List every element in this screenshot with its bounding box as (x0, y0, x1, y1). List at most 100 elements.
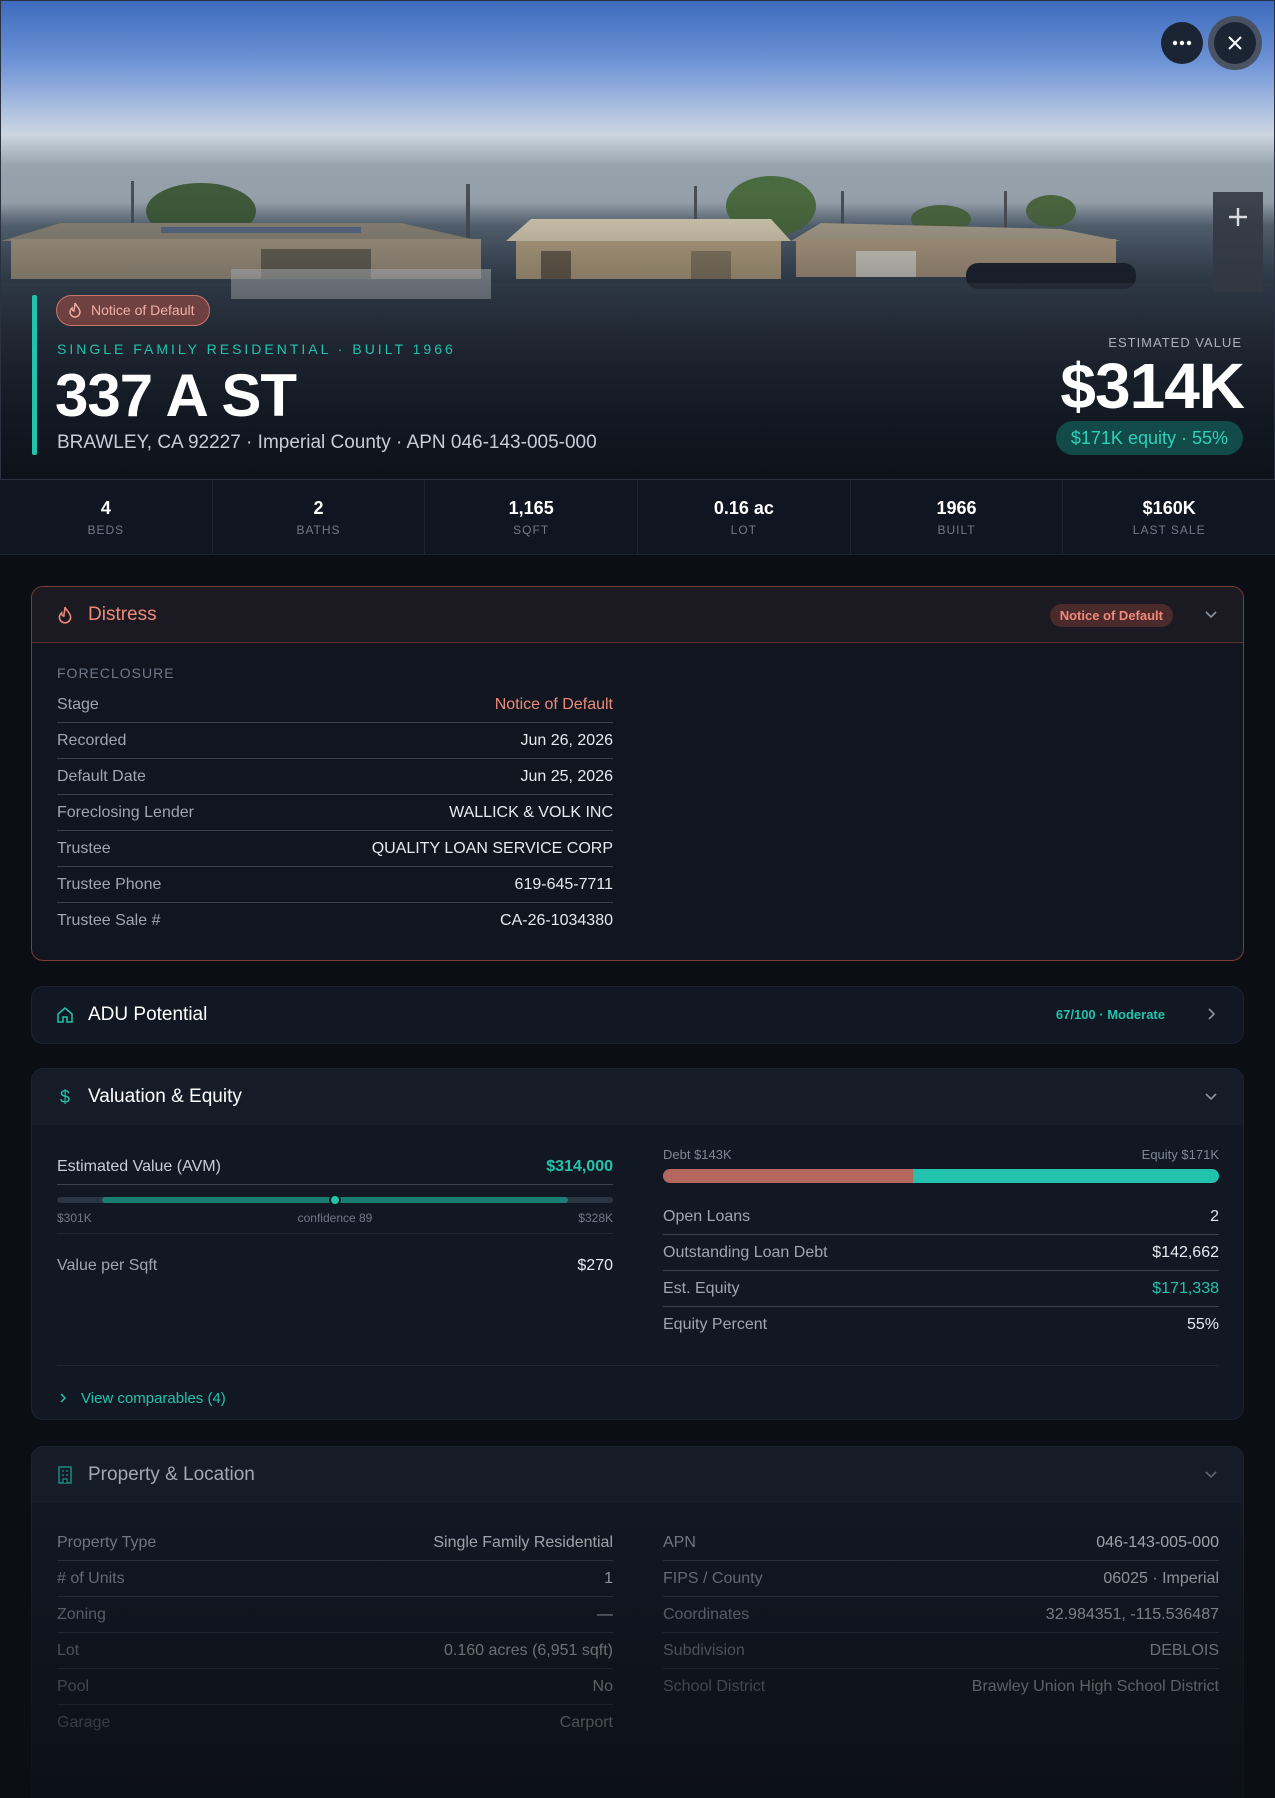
flame-icon (69, 302, 81, 318)
debt-label: Debt $143K (663, 1147, 732, 1162)
range-high: $328K (578, 1211, 613, 1225)
detail-key: Open Loans (663, 1207, 751, 1225)
detail-key: Equity Percent (663, 1316, 768, 1333)
property-header[interactable]: Property & Location (32, 1447, 1243, 1503)
adu-score: 67/100 · Moderate (1055, 1007, 1165, 1022)
detail-row: Open Loans 2 (663, 1199, 1219, 1235)
stat-built: 1966 BUILT (851, 480, 1064, 554)
property-title: Property & Location (88, 1464, 255, 1485)
detail-key: Garage (57, 1714, 111, 1731)
detail-value: WALLICK & VOLK INC (449, 803, 613, 821)
detail-row: Trustee QUALITY LOAN SERVICE CORP (57, 831, 613, 867)
detail-value: 046-143-005-000 (1096, 1533, 1219, 1551)
detail-row: Default Date Jun 25, 2026 (57, 759, 613, 795)
stat-value: 2 (313, 498, 324, 518)
detail-row: Trustee Sale # CA-26-1034380 (57, 903, 613, 939)
close-button[interactable] (1214, 22, 1256, 64)
property-type-eyebrow: SINGLE FAMILY RESIDENTIAL · BUILT 1966 (57, 341, 456, 357)
stat-lot: 0.16 ac LOT (638, 480, 851, 554)
stat-value: $160K (1142, 498, 1196, 518)
stat-value: 1966 (936, 498, 977, 518)
stats-bar: 4 BEDS 2 BATHS 1,165 SQFT 0.16 ac LOT 1966 BU… (0, 480, 1275, 555)
status-pill-label: Notice of Default (91, 302, 195, 318)
distress-card: Distress Notice of Default FORECLOSURE S… (31, 586, 1244, 961)
stat-beds: 4 BEDS (0, 480, 213, 554)
adu-header[interactable]: ADU Potential 67/100 · Moderate (32, 987, 1243, 1043)
chevron-right-icon[interactable] (1203, 1006, 1219, 1022)
detail-value: QUALITY LOAN SERVICE CORP (371, 839, 613, 857)
detail-value: No (592, 1677, 613, 1695)
detail-row: Garage Carport (57, 1705, 613, 1741)
home-icon (56, 1006, 74, 1024)
detail-value: CA-26-1034380 (500, 912, 613, 929)
detail-key: Property Type (57, 1533, 157, 1551)
detail-value: Jun 25, 2026 (520, 767, 613, 785)
detail-row: Zoning — (57, 1597, 613, 1633)
close-icon (1228, 36, 1242, 50)
detail-value: Jun 26, 2026 (520, 731, 613, 749)
detail-key: Foreclosing Lender (57, 803, 194, 821)
detail-row: Trustee Phone 619-645-7711 (57, 867, 613, 903)
avm-range: $301K confidence 89 $328K (57, 1191, 613, 1231)
detail-key: Pool (57, 1677, 90, 1695)
detail-value: 2 (1210, 1207, 1219, 1225)
detail-value: 0.160 acres (6,951 sqft) (444, 1641, 613, 1659)
debt-segment (663, 1169, 914, 1183)
distress-header[interactable]: Distress Notice of Default (32, 587, 1243, 643)
foreclosure-section-label: FORECLOSURE (57, 665, 175, 681)
detail-row: Coordinates 32.984351, -115.536487 (663, 1597, 1219, 1633)
estimated-value-label: ESTIMATED VALUE (1108, 335, 1242, 350)
detail-key: Outstanding Loan Debt (663, 1243, 828, 1261)
detail-value: $142,662 (1152, 1243, 1219, 1261)
chevron-down-icon[interactable] (1203, 1088, 1219, 1104)
more-horizontal-icon (1172, 40, 1192, 46)
adu-title: ADU Potential (88, 1004, 208, 1025)
equity-label: Equity $171K (1141, 1147, 1219, 1162)
detail-key: Lot (57, 1641, 80, 1659)
stat-label: LOT (730, 523, 758, 537)
equity-pill: $171K equity · 55% (1055, 421, 1243, 455)
detail-row: FIPS / County 06025 · Imperial (663, 1561, 1219, 1597)
property-location-card: Property & Location Property Type Single … (31, 1446, 1244, 1798)
zoom-in-button[interactable] (1213, 192, 1263, 242)
stat-value: 1,165 (508, 498, 554, 518)
stat-value: 4 (100, 498, 111, 518)
chevron-down-icon[interactable] (1203, 606, 1219, 622)
estimated-value: $314K (1060, 350, 1245, 422)
accent-bar (32, 295, 37, 455)
stat-label: LAST SALE (1132, 523, 1206, 537)
detail-row: Subdivision DEBLOIS (663, 1633, 1219, 1669)
chevron-down-icon[interactable] (1203, 1466, 1219, 1482)
detail-key: Stage (57, 695, 99, 713)
detail-value: 1 (604, 1569, 613, 1587)
avm-marker (329, 1194, 341, 1206)
more-options-button[interactable] (1161, 22, 1203, 64)
valuation-equity-card: $ Valuation & Equity Estimated Value (AV… (31, 1068, 1244, 1420)
detail-row: Equity Percent 55% (663, 1307, 1219, 1343)
stat-label: SQFT (513, 523, 550, 537)
detail-key: Est. Equity (663, 1279, 740, 1297)
detail-row: Lot 0.160 acres (6,951 sqft) (57, 1633, 613, 1669)
detail-key: # of Units (57, 1569, 125, 1587)
avm-row: Estimated Value (AVM) $314,000 (57, 1149, 613, 1185)
detail-key: Default Date (57, 767, 146, 785)
avm-label: Estimated Value (AVM) (57, 1157, 221, 1175)
detail-row: Recorded Jun 26, 2026 (57, 723, 613, 759)
stat-value: 0.16 ac (713, 498, 774, 518)
detail-row: Est. Equity $171,338 (663, 1271, 1219, 1307)
detail-key: Coordinates (663, 1605, 750, 1623)
detail-key: Trustee Phone (57, 875, 162, 893)
debt-equity-bar: Debt $143K Equity $171K (663, 1147, 1219, 1191)
zoom-out-button[interactable] (1213, 242, 1263, 292)
detail-row: Pool No (57, 1669, 613, 1705)
valuation-header[interactable]: $ Valuation & Equity (32, 1069, 1243, 1125)
view-comparables-link[interactable]: View comparables (4) (57, 1390, 226, 1407)
detail-row: Property Type Single Family Residential (57, 1525, 613, 1561)
adu-potential-card[interactable]: ADU Potential 67/100 · Moderate (31, 986, 1244, 1044)
detail-value: 06025 · Imperial (1103, 1569, 1219, 1587)
detail-value: DEBLOIS (1149, 1641, 1219, 1659)
detail-key: Value per Sqft (57, 1257, 158, 1274)
value-per-sqft-row: Value per Sqft $270 (57, 1248, 613, 1284)
valuation-title: Valuation & Equity (88, 1086, 242, 1107)
detail-value: — (597, 1605, 613, 1623)
